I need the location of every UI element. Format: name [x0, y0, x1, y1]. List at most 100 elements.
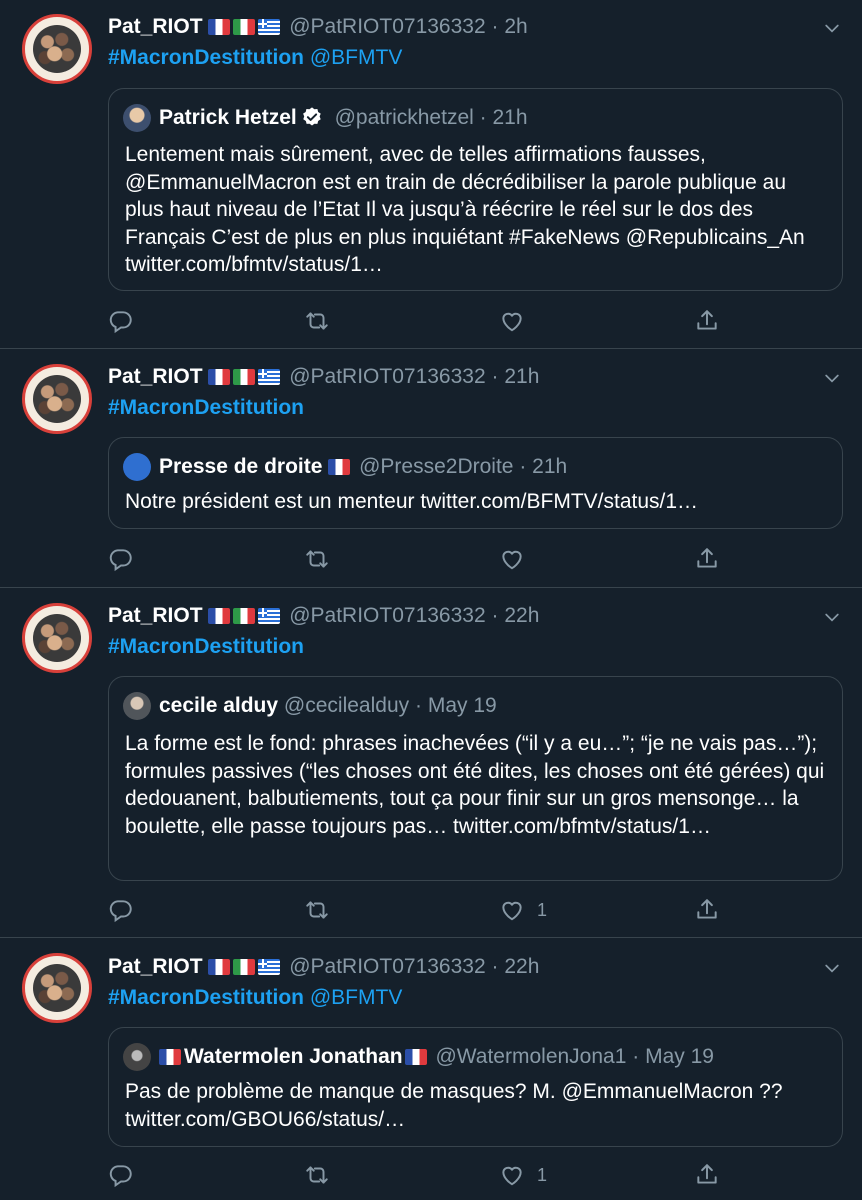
- france-flag-icon: [208, 959, 231, 975]
- share-icon: [694, 546, 720, 572]
- retweet-icon: [304, 546, 330, 572]
- user-handle[interactable]: @PatRIOT07136332: [289, 15, 485, 38]
- like-icon: [499, 897, 525, 923]
- greece-flag-icon: [258, 19, 281, 35]
- quoted-handle[interactable]: @Presse2Droite: [359, 455, 513, 478]
- hashtag-link[interactable]: #MacronDestitution: [108, 46, 304, 69]
- hashtag-link[interactable]: #MacronDestitution: [108, 986, 304, 1009]
- quoted-timestamp[interactable]: 21h: [492, 106, 527, 129]
- like-icon: [499, 308, 525, 334]
- like-button[interactable]: 1: [499, 895, 547, 925]
- user-name[interactable]: Pat_RIOT: [108, 955, 203, 978]
- separator: ·: [491, 365, 499, 388]
- user-handle[interactable]: @PatRIOT07136332: [289, 365, 485, 388]
- like-button[interactable]: [499, 544, 537, 574]
- italy-flag-icon: [233, 19, 256, 35]
- timestamp[interactable]: 22h: [504, 955, 539, 978]
- quoted-timestamp[interactable]: 21h: [532, 455, 567, 478]
- quoted-user-name[interactable]: Presse de droite: [159, 455, 322, 478]
- chevron-down-icon[interactable]: [822, 368, 842, 388]
- quoted-avatar[interactable]: [123, 453, 151, 482]
- user-name[interactable]: Pat_RIOT: [108, 15, 203, 38]
- quoted-user-name[interactable]: Watermolen Jonathan: [184, 1045, 403, 1068]
- retweet-button[interactable]: [304, 306, 330, 336]
- quoted-handle[interactable]: @patrickhetzel: [335, 106, 474, 129]
- avatar[interactable]: [22, 364, 92, 434]
- quoted-avatar[interactable]: [123, 104, 151, 133]
- tweet-text: #MacronDestitution @BFMTV: [108, 985, 402, 1011]
- quoted-avatar[interactable]: [123, 692, 151, 721]
- reply-icon: [108, 897, 134, 923]
- share-button[interactable]: [694, 1160, 720, 1190]
- reply-icon: [108, 546, 134, 572]
- reply-button[interactable]: [108, 895, 134, 925]
- hashtag-link[interactable]: #MacronDestitution: [108, 396, 304, 419]
- france-flag-icon: [208, 608, 231, 624]
- avatar[interactable]: [22, 14, 92, 84]
- tweet[interactable]: Pat_RIOT @PatRIOT07136332 · 21h #MacronD…: [0, 349, 862, 588]
- reply-button[interactable]: [108, 1160, 134, 1190]
- share-icon: [694, 308, 720, 334]
- reply-icon: [108, 308, 134, 334]
- quoted-timestamp[interactable]: May 19: [645, 1045, 714, 1068]
- separator: ·: [414, 694, 422, 717]
- quoted-timestamp[interactable]: May 19: [428, 694, 497, 717]
- quoted-tweet[interactable]: Watermolen Jonathan @WatermolenJona1 · M…: [108, 1027, 843, 1147]
- share-icon: [694, 897, 720, 923]
- chevron-down-icon[interactable]: [822, 18, 842, 38]
- share-button[interactable]: [694, 544, 720, 574]
- chevron-down-icon[interactable]: [822, 958, 842, 978]
- avatar[interactable]: [22, 603, 92, 673]
- like-button[interactable]: 1: [499, 1160, 547, 1190]
- tweet-text: #MacronDestitution: [108, 634, 304, 660]
- like-icon: [499, 546, 525, 572]
- tweet[interactable]: Pat_RIOT @PatRIOT07136332 · 22h #MacronD…: [0, 938, 862, 1200]
- quoted-tweet-text: Pas de problème de manque de masques? M.…: [125, 1080, 783, 1131]
- share-button[interactable]: [694, 895, 720, 925]
- tweet-actions: [108, 306, 728, 336]
- separator: ·: [491, 15, 499, 38]
- tweet[interactable]: Pat_RIOT @PatRIOT07136332 · 22h #MacronD…: [0, 588, 862, 938]
- tweet-text: #MacronDestitution: [108, 395, 304, 421]
- quoted-handle[interactable]: @cecilealduy: [284, 694, 409, 717]
- separator: ·: [479, 106, 487, 129]
- reply-button[interactable]: [108, 544, 134, 574]
- mention-link[interactable]: @BFMTV: [310, 46, 402, 69]
- greece-flag-icon: [258, 959, 281, 975]
- quoted-avatar[interactable]: [123, 1043, 151, 1072]
- mention-link[interactable]: @BFMTV: [310, 986, 402, 1009]
- quoted-user-name[interactable]: cecile alduy: [159, 694, 278, 717]
- tweet-text: #MacronDestitution @BFMTV: [108, 45, 402, 71]
- quoted-tweet[interactable]: Presse de droite @Presse2Droite · 21h No…: [108, 437, 843, 529]
- quoted-tweet[interactable]: Patrick Hetzel @patrickhetzel · 21h Lent…: [108, 88, 843, 291]
- hashtag-link[interactable]: #MacronDestitution: [108, 635, 304, 658]
- quoted-handle[interactable]: @WatermolenJona1: [435, 1045, 626, 1068]
- like-button[interactable]: [499, 306, 537, 336]
- user-handle[interactable]: @PatRIOT07136332: [289, 604, 485, 627]
- timestamp[interactable]: 2h: [504, 15, 527, 38]
- tweet[interactable]: Pat_RIOT @PatRIOT07136332 · 2h #MacronDe…: [0, 0, 862, 349]
- retweet-button[interactable]: [304, 1160, 330, 1190]
- quoted-tweet-header: cecile alduy @cecilealduy · May 19: [123, 691, 497, 721]
- quoted-tweet-header: Watermolen Jonathan @WatermolenJona1 · M…: [123, 1042, 714, 1072]
- timestamp[interactable]: 21h: [504, 365, 539, 388]
- retweet-button[interactable]: [304, 544, 330, 574]
- timestamp[interactable]: 22h: [504, 604, 539, 627]
- reply-button[interactable]: [108, 306, 134, 336]
- share-button[interactable]: [694, 306, 720, 336]
- retweet-button[interactable]: [304, 895, 330, 925]
- retweet-icon: [304, 308, 330, 334]
- reply-icon: [108, 1162, 134, 1188]
- quoted-tweet-text: Notre président est un menteur twitter.c…: [125, 490, 699, 513]
- quoted-user-name[interactable]: Patrick Hetzel: [159, 106, 297, 129]
- chevron-down-icon[interactable]: [822, 607, 842, 627]
- avatar[interactable]: [22, 953, 92, 1023]
- separator: ·: [632, 1045, 640, 1068]
- user-name[interactable]: Pat_RIOT: [108, 365, 203, 388]
- user-handle[interactable]: @PatRIOT07136332: [289, 955, 485, 978]
- user-name[interactable]: Pat_RIOT: [108, 604, 203, 627]
- quoted-tweet[interactable]: cecile alduy @cecilealduy · May 19 La fo…: [108, 676, 843, 881]
- retweet-icon: [304, 1162, 330, 1188]
- france-flag-icon: [208, 19, 231, 35]
- tweet-header: Pat_RIOT @PatRIOT07136332 · 22h: [108, 603, 539, 629]
